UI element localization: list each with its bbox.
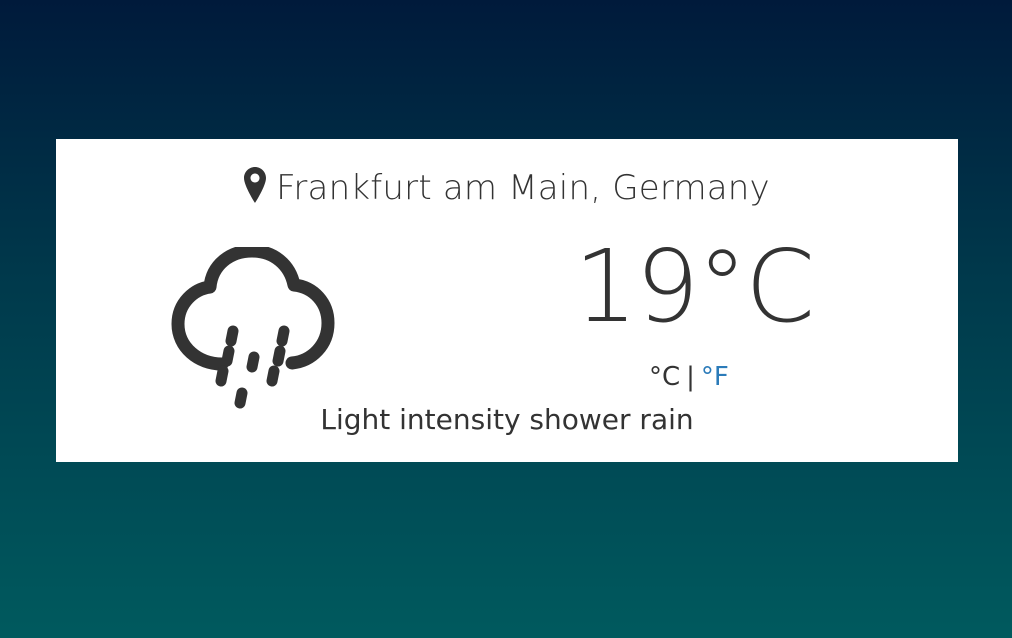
weather-condition: Light intensity shower rain xyxy=(320,403,694,436)
unit-switch: °C | °F xyxy=(649,361,729,393)
location-heading: Frankfurt am Main, Germany xyxy=(56,167,958,209)
weather-card: Frankfurt am Main, Germany 19°C °C | °F Li… xyxy=(56,139,958,462)
map-pin-icon xyxy=(244,167,267,203)
celsius-toggle[interactable]: °C xyxy=(649,362,680,392)
fahrenheit-toggle[interactable]: °F xyxy=(701,362,729,392)
location-name: Frankfurt am Main, Germany xyxy=(276,168,770,208)
cloud-rain-icon xyxy=(171,247,335,409)
temperature-value: 19°C xyxy=(574,228,815,345)
unit-separator: | xyxy=(686,362,695,392)
